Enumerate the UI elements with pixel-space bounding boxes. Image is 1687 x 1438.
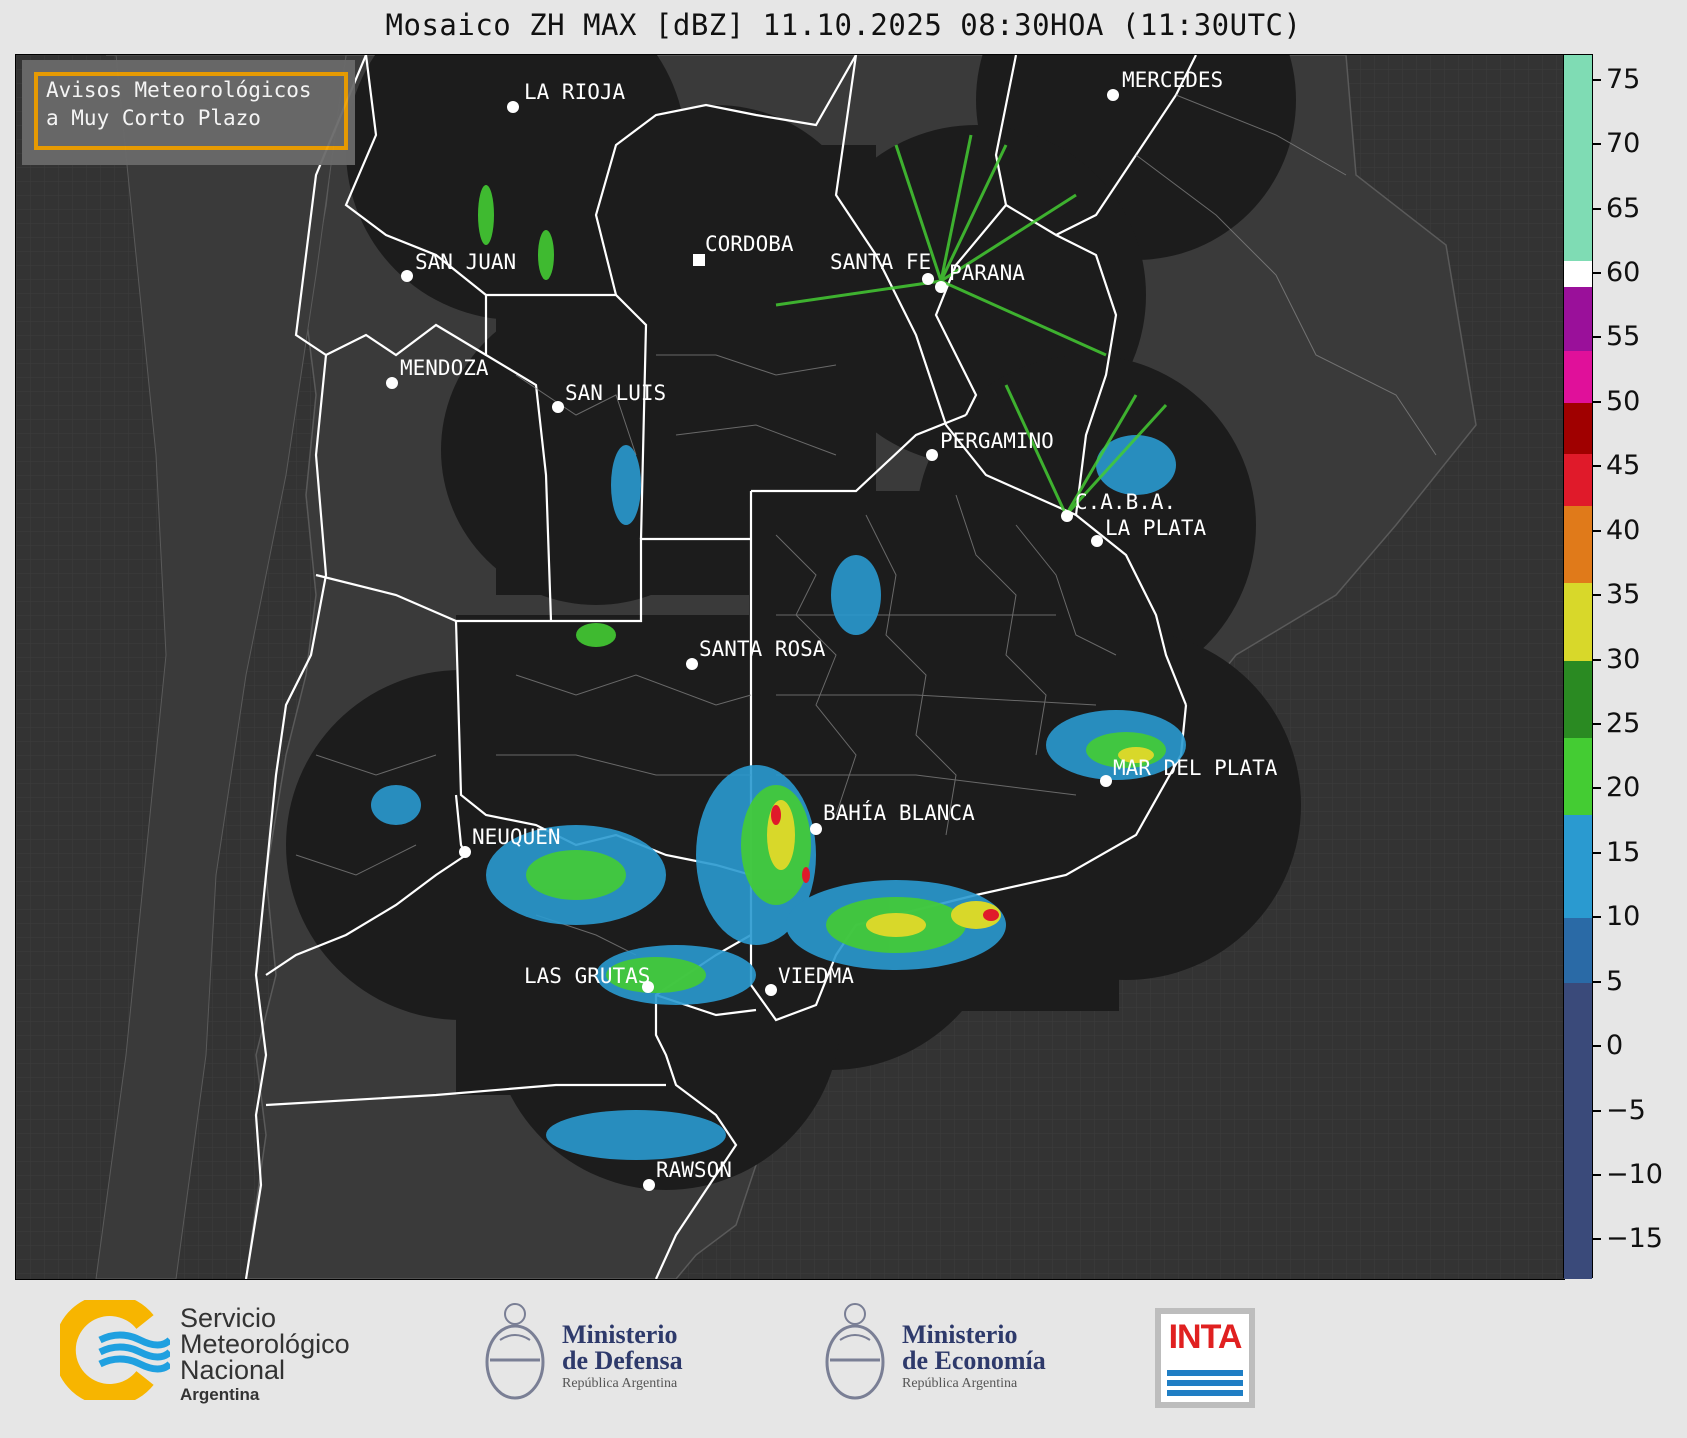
defensa-line-1: Ministerio bbox=[562, 1320, 678, 1349]
colorbar-tick bbox=[1593, 658, 1601, 661]
colorbar-tick bbox=[1593, 400, 1601, 403]
colorbar-segment bbox=[1564, 505, 1592, 584]
colorbar-tick-label: 70 bbox=[1606, 128, 1641, 160]
colorbar-tick-label: −15 bbox=[1606, 1223, 1663, 1255]
colorbar-tick bbox=[1593, 1045, 1601, 1048]
colorbar-tick bbox=[1593, 272, 1601, 275]
colorbar-tick-label: 25 bbox=[1606, 707, 1641, 739]
city-label: SANTA ROSA bbox=[699, 637, 826, 661]
colorbar-segment bbox=[1564, 660, 1592, 738]
colorbar-tick bbox=[1593, 143, 1601, 146]
economia-line-1: Ministerio bbox=[902, 1320, 1018, 1349]
colorbar-tick-label: 30 bbox=[1606, 643, 1641, 675]
radar-map[interactable]: LA RIOJA MERCEDES CORDOBA SAN JUAN SANTA… bbox=[15, 54, 1565, 1280]
city-label: BAHÍA BLANCA bbox=[823, 800, 975, 825]
city-label: PERGAMINO bbox=[940, 429, 1054, 453]
smn-logo[interactable]: Servicio Meteorológico Nacional Argentin… bbox=[53, 1294, 480, 1420]
colorbar-segment bbox=[1564, 351, 1592, 403]
colorbar-tick bbox=[1593, 1109, 1601, 1112]
colorbar-tick-label: −5 bbox=[1606, 1094, 1646, 1126]
colorbar-segment bbox=[1564, 737, 1592, 816]
colorbar-segment bbox=[1564, 982, 1592, 1279]
avisos-link[interactable]: Avisos Meteorológicos a Muy Corto Plazo bbox=[34, 72, 348, 150]
colorbar-segment bbox=[1564, 55, 1592, 262]
smn-line-1: Servicio bbox=[180, 1303, 277, 1333]
colorbar-segment bbox=[1564, 815, 1592, 919]
map-canvas: LA RIOJA MERCEDES CORDOBA SAN JUAN SANTA… bbox=[16, 55, 1564, 1279]
smn-line-2: Meteorológico bbox=[180, 1329, 350, 1359]
colorbar-segment bbox=[1564, 918, 1592, 983]
colorbar-tick bbox=[1593, 1173, 1601, 1176]
avisos-panel[interactable]: Avisos Meteorológicos a Muy Corto Plazo bbox=[22, 60, 355, 165]
map-title: Mosaico ZH MAX [dBZ] 11.10.2025 08:30HOA… bbox=[385, 8, 1302, 42]
colorbar-tick bbox=[1593, 78, 1601, 81]
ministerio-economia-logo[interactable]: Ministerio de Economía República Argenti… bbox=[820, 1300, 1080, 1420]
colorbar-segment bbox=[1564, 402, 1592, 455]
defensa-line-3: República Argentina bbox=[562, 1376, 678, 1391]
city-label: LA RIOJA bbox=[524, 80, 626, 104]
colorbar-tick bbox=[1593, 851, 1601, 854]
avisos-line-1: Avisos Meteorológicos bbox=[46, 78, 312, 102]
colorbar-tick bbox=[1593, 787, 1601, 790]
economia-line-2: de Economía bbox=[902, 1346, 1046, 1375]
colorbar-tick-label: 60 bbox=[1606, 257, 1641, 289]
colorbar-tick-label: 50 bbox=[1606, 385, 1641, 417]
city-label: MENDOZA bbox=[400, 356, 489, 380]
avisos-line-2: a Muy Corto Plazo bbox=[46, 106, 261, 130]
city-label: MERCEDES bbox=[1122, 68, 1223, 92]
colorbar bbox=[1563, 54, 1593, 1279]
colorbar-segment bbox=[1564, 261, 1592, 287]
city-label: LAS GRUTAS bbox=[524, 964, 650, 988]
smn-emblem-icon bbox=[53, 1294, 173, 1406]
colorbar-tick-label: 75 bbox=[1606, 63, 1641, 95]
colorbar-tick-label: 35 bbox=[1606, 579, 1641, 611]
colorbar-tick bbox=[1593, 336, 1601, 339]
colorbar-tick-label: 65 bbox=[1606, 192, 1641, 224]
city-label: SAN JUAN bbox=[415, 250, 516, 274]
colorbar-tick-label: 0 bbox=[1606, 1030, 1624, 1062]
footer-logos: Servicio Meteorológico Nacional Argentin… bbox=[0, 1280, 1687, 1438]
colorbar-tick-label: 40 bbox=[1606, 514, 1641, 546]
colorbar-tick-label: 45 bbox=[1606, 450, 1641, 482]
colorbar-tick-label: 5 bbox=[1606, 965, 1624, 997]
inta-logo[interactable]: INTA bbox=[1155, 1308, 1255, 1408]
colorbar-tick bbox=[1593, 722, 1601, 725]
smn-line-3: Nacional bbox=[180, 1355, 286, 1385]
colorbar-tick-label: −10 bbox=[1606, 1158, 1663, 1190]
defensa-line-2: de Defensa bbox=[562, 1346, 683, 1375]
city-label: LA PLATA bbox=[1105, 516, 1207, 540]
city-label: NEUQUEN bbox=[472, 825, 561, 849]
inta-label: INTA bbox=[1168, 1318, 1243, 1356]
coat-of-arms-icon bbox=[825, 1303, 885, 1400]
city-label: RAWSON bbox=[656, 1158, 732, 1182]
colorbar-tick bbox=[1593, 529, 1601, 532]
colorbar-tick-label: 15 bbox=[1606, 836, 1641, 868]
coat-of-arms-icon bbox=[485, 1303, 545, 1400]
smn-line-4: Argentina bbox=[180, 1385, 260, 1404]
colorbar-segment bbox=[1564, 583, 1592, 661]
colorbar-tick bbox=[1593, 465, 1601, 468]
city-label: CORDOBA bbox=[705, 232, 794, 256]
colorbar-tick bbox=[1593, 980, 1601, 983]
ministerio-defensa-logo[interactable]: Ministerio de Defensa República Argentin… bbox=[480, 1300, 740, 1420]
colorbar-tick bbox=[1593, 1238, 1601, 1241]
colorbar-segment bbox=[1564, 454, 1592, 506]
colorbar-tick bbox=[1593, 594, 1601, 597]
colorbar-segment bbox=[1564, 286, 1592, 352]
city-label: C.A.B.A. bbox=[1075, 490, 1176, 514]
economia-line-3: República Argentina bbox=[902, 1376, 1018, 1391]
city-label: VIEDMA bbox=[778, 964, 854, 988]
colorbar-tick-label: 55 bbox=[1606, 321, 1641, 353]
colorbar-tick bbox=[1593, 916, 1601, 919]
city-label: MAR DEL PLATA bbox=[1113, 756, 1278, 780]
city-label: PARANA bbox=[949, 261, 1025, 285]
city-label: SANTA FE bbox=[830, 250, 931, 274]
colorbar-tick-label: 20 bbox=[1606, 772, 1641, 804]
colorbar-tick bbox=[1593, 207, 1601, 210]
city-label: SAN LUIS bbox=[565, 381, 666, 405]
colorbar-tick-label: 10 bbox=[1606, 901, 1641, 933]
